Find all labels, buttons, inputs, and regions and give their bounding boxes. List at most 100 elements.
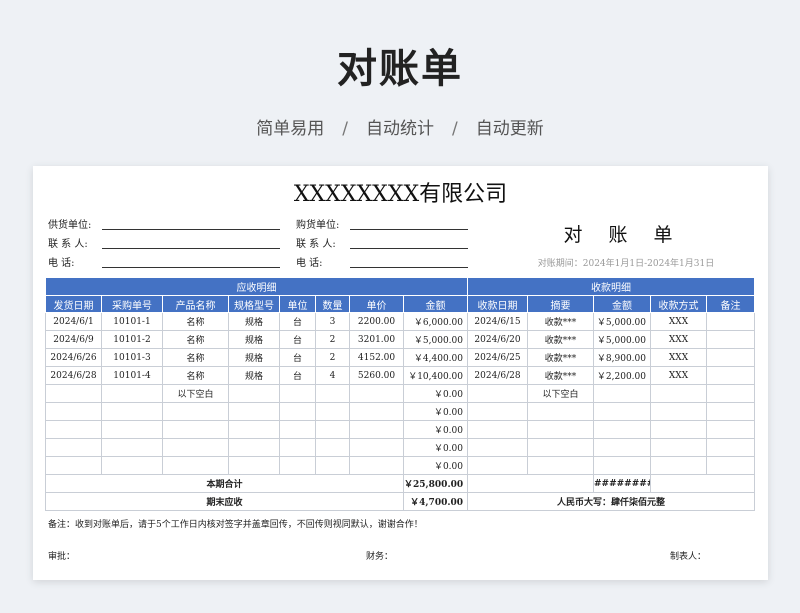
table-cell: [467, 438, 528, 457]
closing-words: 人民币大写：肆仟柒佰元整: [466, 492, 756, 511]
table-cell: [527, 456, 594, 475]
section-payments: 收款明细: [466, 277, 756, 296]
table-cell: [101, 456, 163, 475]
table-cell: 2: [315, 330, 350, 349]
total-row: 本期合计 ￥25,800.00 ##########: [45, 474, 756, 493]
table-row: ￥0.00: [45, 402, 756, 421]
table-cell: [593, 402, 651, 421]
table-row: 2024/6/28 10101-4 名称 规格台 4 5260.00 ￥10,400.00 2…: [45, 366, 756, 385]
table-cell: 规格: [228, 312, 280, 331]
total-label: 本期合计: [45, 474, 404, 493]
table-cell: [650, 402, 707, 421]
buyer-contact-label: 联 系 人:: [296, 239, 336, 250]
closing-amount: ￥4,700.00: [403, 492, 468, 511]
table-cell: [650, 456, 707, 475]
table-cell: [527, 438, 594, 457]
column-header: 发货日期: [45, 295, 102, 313]
table-cell: [315, 438, 350, 457]
page-title: 对账单: [337, 46, 463, 92]
table-cell: [467, 456, 528, 475]
table-cell: 2024/6/25: [467, 348, 528, 367]
table-cell: [45, 456, 102, 475]
table-cell: [101, 402, 163, 421]
table-cell: 10101-1: [101, 312, 163, 331]
finance-label: 财务：: [366, 552, 394, 562]
table-cell: [45, 438, 102, 457]
table-cell: [705, 312, 756, 331]
table-cell: [228, 456, 280, 475]
tag-easy: 简单易用: [256, 119, 325, 139]
table-cell: [279, 402, 316, 421]
table-cell: ￥10,400.00: [403, 366, 468, 385]
buyer-label: 购货单位:: [296, 220, 340, 231]
column-header: 采购单号: [101, 295, 163, 313]
table-cell: [315, 402, 350, 421]
buyer-contact-line[interactable]: [350, 248, 468, 249]
table-cell: 10101-3: [101, 348, 163, 367]
contact-line[interactable]: [102, 248, 280, 249]
table-cell: [101, 384, 163, 403]
table-row: ￥0.00: [45, 456, 756, 475]
table-cell: XXX: [650, 330, 707, 349]
table-cell: 收款***: [527, 348, 594, 367]
table-cell: [162, 402, 229, 421]
table-cell: ￥6,000.00: [403, 312, 468, 331]
table-cell: [315, 420, 350, 439]
table-cell: [162, 456, 229, 475]
table-cell: 台: [279, 330, 316, 349]
table-cell: ￥5,000.00: [593, 312, 651, 331]
table-cell: [279, 420, 316, 439]
table-cell: 2024/6/26: [45, 348, 102, 367]
table-cell: [650, 438, 707, 457]
statement-sheet: XXXXXXXX有限公司 供货单位: 联 系 人: 电 话: 购货单位: 联 系…: [33, 166, 768, 580]
table-row: 2024/6/1 10101-1 名称 规格台 3 2200.00 ￥6,000.00 202…: [45, 312, 756, 331]
table-cell: [162, 438, 229, 457]
table-cell: [101, 420, 163, 439]
column-header: 数量: [315, 295, 350, 313]
table-cell: 2024/6/15: [467, 312, 528, 331]
buyer-line[interactable]: [350, 229, 468, 230]
table-cell: [315, 456, 350, 475]
table-cell: XXX: [650, 366, 707, 385]
total-spacer-2: [649, 474, 756, 493]
table-cell: [279, 438, 316, 457]
contact-label: 联 系 人:: [48, 239, 88, 250]
table-row: 以下空白 ￥0.00 以下空白: [45, 384, 756, 403]
table-cell: [279, 456, 316, 475]
closing-row: 期末应收 ￥4,700.00 人民币大写：肆仟柒佰元整: [45, 492, 756, 511]
table-cell: [228, 420, 280, 439]
phone-label: 电 话:: [48, 258, 75, 269]
table-cell: 2200.00: [349, 312, 404, 331]
buyer-phone-line[interactable]: [350, 267, 468, 268]
table-cell: ￥0.00: [403, 402, 468, 421]
table-cell: 规格: [228, 330, 280, 349]
supplier-line[interactable]: [102, 229, 280, 230]
table-cell: ￥5,000.00: [403, 330, 468, 349]
total-amount: ￥25,800.00: [403, 474, 468, 493]
buyer-phone-label: 电 话:: [296, 258, 323, 269]
table-cell: [705, 402, 756, 421]
table-cell: 台: [279, 312, 316, 331]
column-header-row: 发货日期 采购单号 产品名称 规格型号 单位 数量 单价 金额 收款日期 摘要 金额 收款方式 备注: [45, 295, 756, 313]
table-cell: [349, 456, 404, 475]
section-receivable: 应收明细: [45, 277, 468, 296]
table-cell: [527, 420, 594, 439]
table-cell: [162, 420, 229, 439]
table-cell: 3: [315, 312, 350, 331]
table-cell: 名称: [162, 348, 229, 367]
table-cell: 2024/6/28: [45, 366, 102, 385]
table-cell: [467, 420, 528, 439]
table-cell: [228, 384, 280, 403]
table-cell: 3201.00: [349, 330, 404, 349]
table-cell: ￥0.00: [403, 456, 468, 475]
approve-label: 审批：: [48, 552, 76, 562]
statement-title: 对 账 单: [563, 224, 683, 246]
table-cell: [279, 384, 316, 403]
table-cell: [527, 402, 594, 421]
phone-line[interactable]: [102, 267, 280, 268]
table-cell: 名称: [162, 312, 229, 331]
column-header: 单价: [349, 295, 404, 313]
column-header: 收款方式: [650, 295, 707, 313]
table-cell: [650, 384, 707, 403]
table-cell: [45, 420, 102, 439]
